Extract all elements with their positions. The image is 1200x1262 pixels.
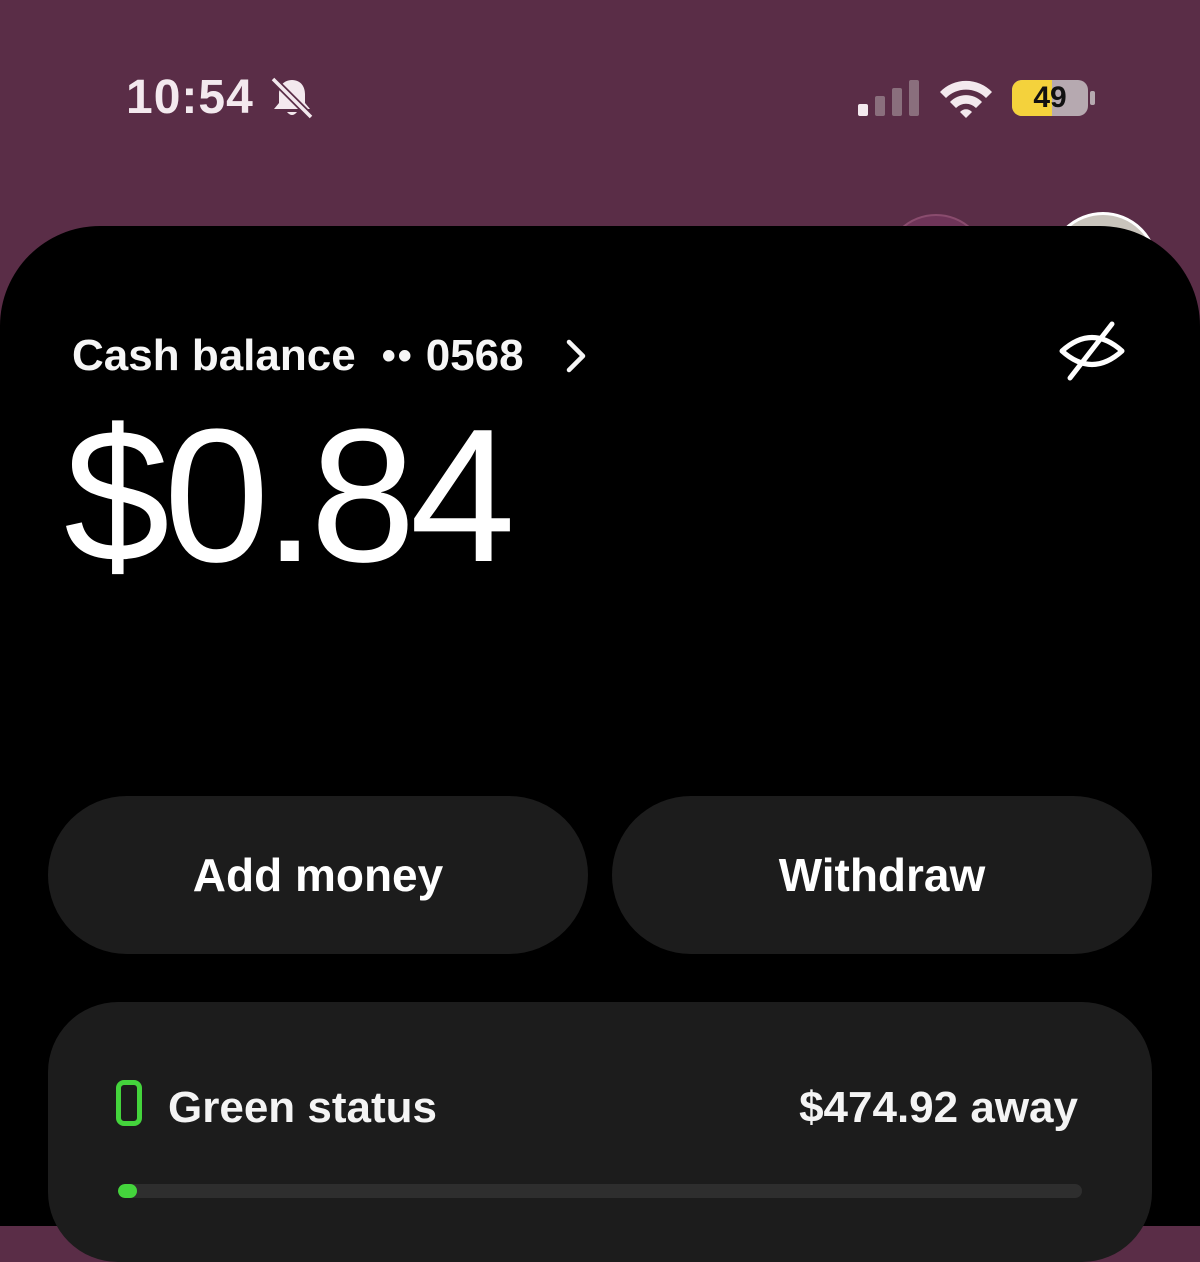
account-header[interactable]: Cash balance •• 0568: [72, 328, 588, 384]
masked-dots: ••: [381, 333, 414, 378]
green-status-label: Green status: [168, 1083, 437, 1132]
add-money-button[interactable]: Add money: [48, 796, 588, 954]
cellular-signal-icon: [858, 80, 919, 116]
account-number: •• 0568: [382, 331, 524, 381]
status-progress-bar: [118, 1184, 1082, 1198]
eye-hidden-icon[interactable]: [1058, 320, 1126, 382]
status-away-amount: $474.92 away: [799, 1083, 1078, 1132]
withdraw-button[interactable]: Withdraw: [612, 796, 1152, 954]
account-last-digits: 0568: [425, 331, 524, 380]
status-bar: 10:54 49: [0, 0, 1200, 200]
chevron-right-icon[interactable]: [564, 336, 588, 376]
bell-slash-icon: [270, 76, 314, 120]
status-progress-fill: [118, 1184, 138, 1198]
wifi-icon: [940, 80, 992, 118]
balance-amount: $0.84: [64, 390, 515, 602]
battery-level: 49: [1033, 81, 1067, 114]
status-time: 10:54: [126, 71, 254, 124]
green-status-icon: [116, 1080, 142, 1126]
cash-balance-label: Cash balance: [72, 331, 356, 380]
